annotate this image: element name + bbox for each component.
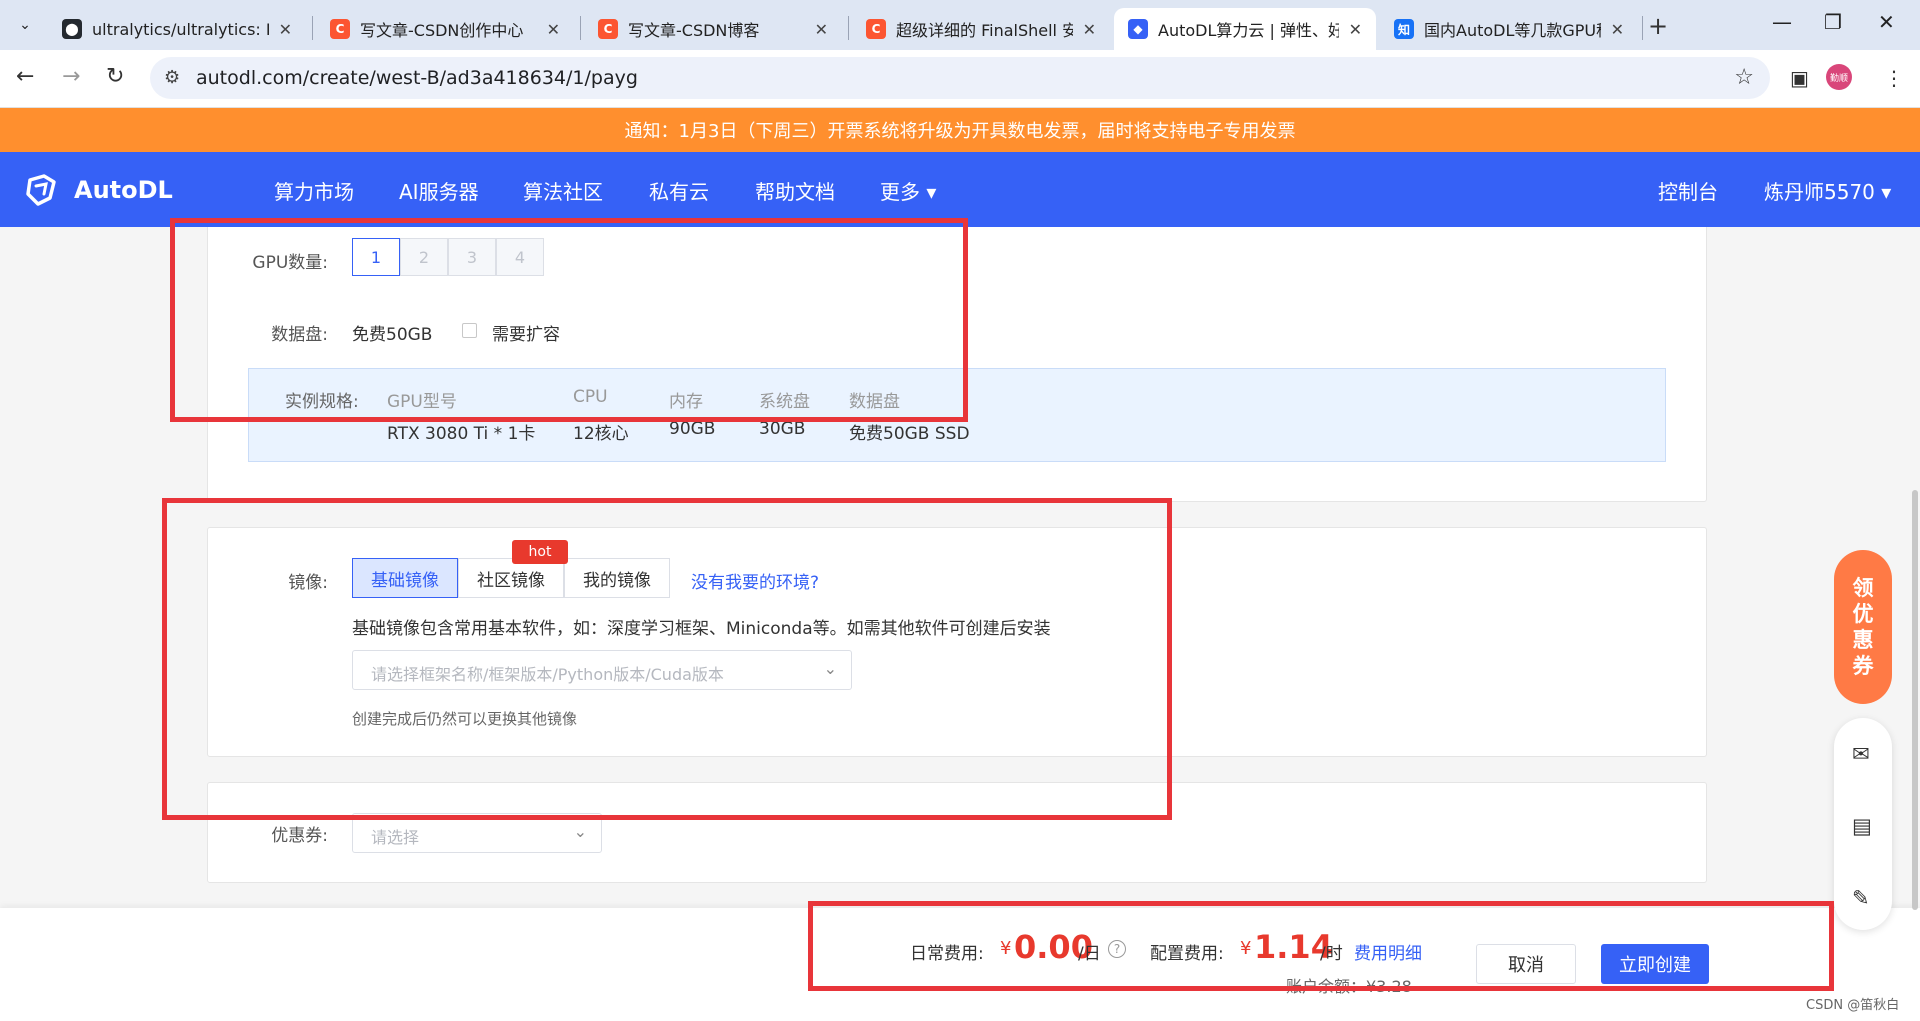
spec-gpu-value: RTX 3080 Ti * 1卡 [387, 424, 536, 444]
console-link[interactable]: 控制台 [1658, 176, 1718, 205]
browser-tab[interactable]: C 超级详细的 FinalShell 安装 ✕ [852, 8, 1110, 50]
browser-tab[interactable]: 知 国内AutoDL等几款GPU租 ✕ [1380, 8, 1638, 50]
tab-separator [580, 16, 581, 40]
close-icon[interactable]: ✕ [279, 20, 292, 39]
annotation-box-gpu-disk [170, 218, 968, 422]
notice-text: 通知：1月3日（下周三）开票系统将升级为开具数电发票，届时将支持电子专用发票 [624, 121, 1296, 142]
annotation-box-fee [808, 901, 1834, 991]
coupon-label: 优惠券: [271, 826, 328, 846]
bookmark-star-icon[interactable]: ☆ [1734, 65, 1754, 90]
autodl-icon: ◆ [1128, 19, 1148, 39]
autodl-logo-icon [26, 174, 56, 206]
github-icon: ⬤ [62, 19, 82, 39]
back-icon[interactable]: ← [16, 64, 34, 89]
scrollbar[interactable] [1912, 490, 1918, 910]
user-menu[interactable]: 炼丹师5570 ▾ [1764, 176, 1891, 205]
close-icon[interactable]: ✕ [1349, 20, 1362, 39]
minimize-icon[interactable]: — [1772, 10, 1792, 34]
coupon-char: 优 [1852, 602, 1874, 626]
forward-icon[interactable]: → [62, 64, 80, 89]
avatar-label: 勤顺 [1829, 73, 1848, 84]
site-navbar: AutoDL 算力市场 AI服务器 算法社区 私有云 帮助文档 更多 ▾ 控制台… [0, 152, 1920, 227]
spec-data-disk-value: 免费50GB SSD [849, 424, 970, 444]
browser-tab[interactable]: C 写文章-CSDN创作中心 ✕ [316, 8, 574, 50]
watermark: CSDN @笛秋白 [1806, 998, 1900, 1013]
nav-item-ai-server[interactable]: AI服务器 [399, 176, 479, 205]
spec-cpu-value: 12核心 [573, 424, 629, 444]
coupon-select-placeholder: 请选择 [371, 828, 420, 847]
close-icon[interactable]: ✕ [1083, 20, 1096, 39]
csdn-icon: C [866, 19, 886, 39]
nav-item-private-cloud[interactable]: 私有云 [649, 176, 709, 205]
browser-tab-strip: ⌄ ⬤ ultralytics/ultralytics: NE ✕ C 写文章-… [0, 0, 1920, 50]
browser-tab[interactable]: C 写文章-CSDN博客 ✕ [584, 8, 842, 50]
brand-logo[interactable]: AutoDL [24, 172, 173, 208]
tab-title: ultralytics/ultralytics: NE [92, 19, 269, 39]
reload-icon[interactable]: ↻ [106, 64, 124, 89]
site-info-icon[interactable]: ⚙ [164, 67, 180, 88]
url-field[interactable]: ⚙ autodl.com/create/west-B/ad3a418634/1/… [150, 57, 1770, 99]
csdn-icon: C [598, 19, 618, 39]
browser-tab[interactable]: ⬤ ultralytics/ultralytics: NE ✕ [48, 8, 306, 50]
tab-title: 写文章-CSDN创作中心 [360, 21, 524, 40]
window-close-icon[interactable]: ✕ [1878, 10, 1895, 34]
side-panel-icon[interactable]: ▣ [1790, 66, 1809, 90]
brand-name: AutoDL [74, 176, 173, 204]
tab-separator [848, 16, 849, 40]
url-text[interactable]: autodl.com/create/west-B/ad3a418634/1/pa… [196, 67, 638, 89]
tab-title: AutoDL算力云 | 弹性、好用 [1158, 21, 1339, 40]
coupon-char: 领 [1852, 576, 1874, 600]
side-tool-panel: ✉ ▤ ✎ [1834, 718, 1892, 930]
more-menu-icon[interactable]: ⋮ [1884, 66, 1904, 90]
close-icon[interactable]: ✕ [547, 20, 560, 39]
coupon-char: 券 [1852, 654, 1874, 678]
nav-item-more[interactable]: 更多 ▾ [880, 176, 936, 205]
new-tab-button[interactable]: + [1648, 12, 1668, 40]
nav-item-community[interactable]: 算法社区 [523, 176, 603, 205]
csdn-icon: C [330, 19, 350, 39]
close-icon[interactable]: ✕ [815, 20, 828, 39]
annotation-box-image [162, 498, 1172, 820]
tab-title: 写文章-CSDN博客 [628, 21, 760, 40]
address-bar: ← → ↻ ⚙ autodl.com/create/west-B/ad3a418… [0, 50, 1920, 108]
wechat-icon[interactable]: ✉ [1852, 742, 1870, 766]
restore-icon[interactable]: ❐ [1824, 10, 1842, 34]
avatar[interactable]: 勤顺 [1826, 64, 1852, 90]
feedback-icon[interactable]: ✎ [1852, 886, 1870, 910]
close-icon[interactable]: ✕ [1611, 20, 1624, 39]
tab-title: 国内AutoDL等几款GPU租 [1424, 21, 1601, 40]
nav-item-market[interactable]: 算力市场 [274, 176, 354, 205]
claim-coupon-button[interactable]: 领 优 惠 券 [1834, 550, 1892, 704]
browser-tab-active[interactable]: ◆ AutoDL算力云 | 弹性、好用 ✕ [1114, 8, 1376, 50]
tab-title: 超级详细的 FinalShell 安装 [896, 21, 1073, 40]
chevron-down-icon: ⌄ [573, 822, 587, 841]
spec-memory-value: 90GB [669, 419, 716, 439]
coupon-char: 惠 [1852, 628, 1874, 652]
message-icon[interactable]: ▤ [1852, 814, 1872, 838]
tab-search-button[interactable]: ⌄ [8, 10, 42, 40]
tab-separator [312, 16, 313, 40]
spec-system-disk-value: 30GB [759, 419, 806, 439]
nav-item-docs[interactable]: 帮助文档 [755, 176, 835, 205]
chevron-down-icon: ⌄ [19, 17, 31, 33]
tab-separator [1642, 16, 1643, 40]
zhihu-icon: 知 [1394, 19, 1414, 39]
notice-banner: 通知：1月3日（下周三）开票系统将升级为开具数电发票，届时将支持电子专用发票 [0, 108, 1920, 152]
